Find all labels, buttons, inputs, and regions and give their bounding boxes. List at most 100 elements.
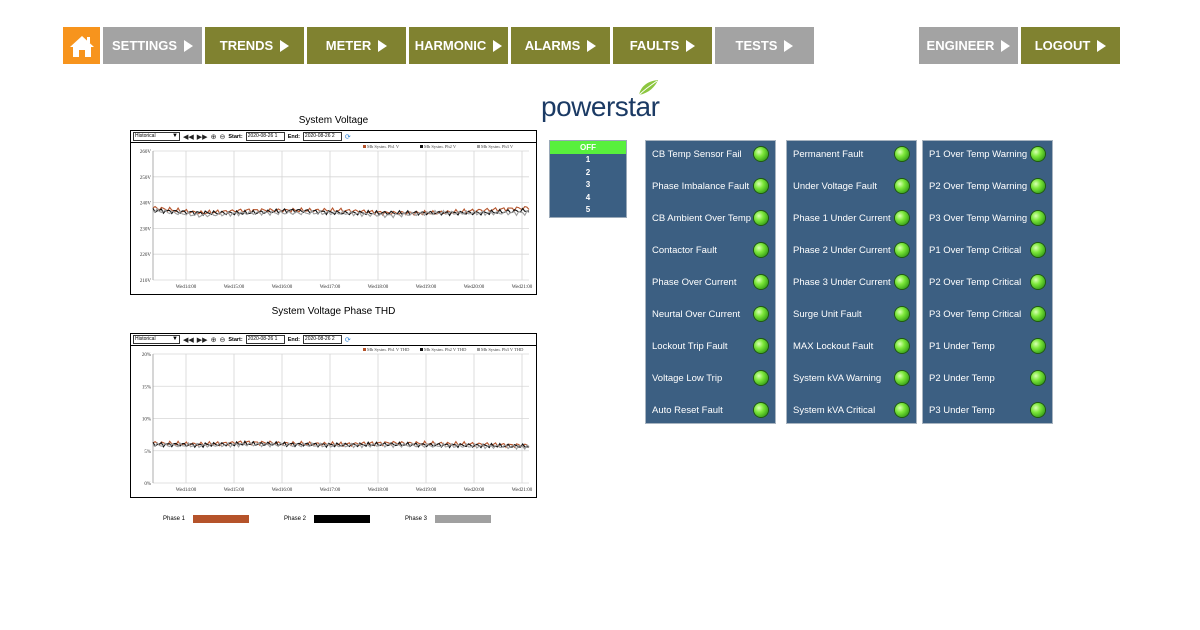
legend-phase-3-swatch: [435, 515, 492, 523]
zoom-in-icon[interactable]: ⊕: [211, 336, 217, 344]
fault-label: Phase 1 Under Current: [793, 212, 891, 224]
listbox-option-off[interactable]: OFF: [550, 141, 626, 154]
legend-label: Mb Systm. Ph1 V THD: [367, 347, 410, 352]
refresh-icon[interactable]: ⟳: [345, 336, 351, 344]
unit-listbox[interactable]: OFF 1 2 3 4 5: [549, 140, 627, 218]
fault-row: Phase 2 Under Current: [787, 240, 916, 260]
fault-label: Surge Unit Fault: [793, 308, 862, 320]
thd-end-input[interactable]: 2020-08-26 2: [302, 335, 342, 344]
listbox-option[interactable]: 4: [550, 192, 626, 205]
fault-row: System kVA Warning: [787, 368, 916, 388]
fault-label: P2 Under Temp: [929, 372, 995, 384]
x-tick-label: Wed21:00: [512, 285, 533, 290]
powerstar-logo: powerstar: [541, 79, 661, 123]
x-tick-label: Wed17:00: [320, 285, 341, 290]
status-led-icon: [895, 211, 909, 225]
fault-label: MAX Lockout Fault: [793, 340, 874, 352]
legend-phase-1-swatch: [193, 515, 250, 523]
zoom-out-icon[interactable]: ⊖: [219, 133, 225, 141]
listbox-option[interactable]: 2: [550, 167, 626, 180]
rewind-icon[interactable]: ◀◀: [183, 133, 194, 141]
fault-row: Neurtal Over Current: [646, 304, 775, 324]
home-button[interactable]: [63, 27, 100, 64]
y-tick-label: 240V: [140, 202, 152, 207]
status-led-icon: [895, 147, 909, 161]
y-tick-label: 220V: [140, 253, 152, 258]
thd-chart: Historical ▼ ◀◀ ▶▶ ⊕ ⊖ Start: 2020-08-26 …: [130, 333, 537, 498]
chevron-right-icon: [587, 39, 597, 52]
legend-marker: [477, 348, 480, 351]
voltage-plot: 210V 220V 230V 240V 250V 260V Wed14:00 Wed15:00…: [140, 144, 533, 290]
fast-forward-icon[interactable]: ▶▶: [197, 336, 208, 344]
voltage-start-label: Start:: [228, 133, 243, 140]
x-tick-label: Wed21:00: [512, 488, 533, 493]
fault-panel-1: CB Temp Sensor Fail Phase Imbalance Fault…: [645, 140, 776, 424]
y-tick-label: 250V: [140, 176, 152, 181]
refresh-icon[interactable]: ⟳: [345, 133, 351, 141]
fault-row: P2 Over Temp Critical: [923, 272, 1052, 292]
voltage-select-value: Historical: [135, 133, 156, 139]
x-tick-label: Wed15:00: [224, 285, 245, 290]
status-led-icon: [754, 179, 768, 193]
status-led-icon: [895, 179, 909, 193]
thd-chart-toolbar: Historical ▼ ◀◀ ▶▶ ⊕ ⊖ Start: 2020-08-26 …: [131, 334, 536, 346]
nav-harmonic-button[interactable]: HARMONIC: [409, 27, 508, 64]
fault-row: Voltage Low Trip: [646, 368, 775, 388]
fault-row: P3 Over Temp Warning: [923, 208, 1052, 228]
rewind-icon[interactable]: ◀◀: [183, 336, 194, 344]
y-tick-label: 260V: [140, 150, 152, 155]
fault-label: P3 Over Temp Critical: [929, 308, 1022, 320]
fault-label: P2 Over Temp Critical: [929, 276, 1022, 288]
legend-marker: [420, 145, 423, 148]
nav-settings-button[interactable]: SETTINGS: [103, 27, 202, 64]
fault-label: Contactor Fault: [652, 244, 717, 256]
legend-label: Mb Systm. Ph2 V THD: [424, 347, 467, 352]
status-led-icon: [895, 275, 909, 289]
status-led-icon: [895, 243, 909, 257]
zoom-in-icon[interactable]: ⊕: [211, 133, 217, 141]
nav-settings-label: SETTINGS: [111, 38, 177, 53]
status-led-icon: [1031, 147, 1045, 161]
thd-range-select[interactable]: Historical ▼: [133, 335, 180, 344]
thd-start-input[interactable]: 2020-08-26 1: [245, 335, 285, 344]
chevron-right-icon: [686, 39, 696, 52]
voltage-chart: Historical ▼ ◀◀ ▶▶ ⊕ ⊖ Start: 2020-08-26 …: [130, 130, 537, 295]
nav-trends-button[interactable]: TRENDS: [205, 27, 304, 64]
nav-logout-button[interactable]: LOGOUT: [1021, 27, 1120, 64]
listbox-option[interactable]: 3: [550, 179, 626, 192]
fault-label: P1 Under Temp: [929, 340, 995, 352]
nav-engineer-button[interactable]: ENGINEER: [919, 27, 1018, 64]
nav-alarms-button[interactable]: ALARMS: [511, 27, 610, 64]
status-led-icon: [895, 403, 909, 417]
fault-row: Under Voltage Fault: [787, 176, 916, 196]
voltage-range-select[interactable]: Historical ▼: [133, 132, 180, 141]
legend-label: Mb Systm. Ph1 V: [367, 144, 400, 149]
status-led-icon: [1031, 179, 1045, 193]
nav-faults-button[interactable]: FAULTS: [613, 27, 712, 64]
nav-tests-button[interactable]: TESTS: [715, 27, 814, 64]
zoom-out-icon[interactable]: ⊖: [219, 336, 225, 344]
legend-phase-3-label: Phase 3: [405, 516, 428, 522]
voltage-start-input[interactable]: 2020-08-26 1: [245, 132, 285, 141]
fault-row: P2 Over Temp Warning: [923, 176, 1052, 196]
chevron-right-icon: [493, 39, 503, 52]
listbox-option[interactable]: 5: [550, 204, 626, 217]
fault-row: CB Ambient Over Temp: [646, 208, 775, 228]
legend-label: Mb Systm. Ph2 V: [424, 144, 457, 149]
status-led-icon: [895, 371, 909, 385]
voltage-end-input[interactable]: 2020-08-26 2: [302, 132, 342, 141]
leaf-icon: [638, 80, 658, 96]
fault-panel-2: Permanent Fault Under Voltage Fault Phase …: [786, 140, 917, 424]
listbox-option[interactable]: 1: [550, 154, 626, 167]
status-led-icon: [754, 339, 768, 353]
fault-label: P1 Over Temp Warning: [929, 148, 1028, 160]
status-led-icon: [754, 403, 768, 417]
nav-meter-button[interactable]: METER: [307, 27, 406, 64]
fault-row: P3 Under Temp: [923, 400, 1052, 420]
fault-label: Phase 2 Under Current: [793, 244, 891, 256]
fast-forward-icon[interactable]: ▶▶: [197, 133, 208, 141]
legend-phase-2: Phase 2: [284, 515, 371, 523]
fault-row: MAX Lockout Fault: [787, 336, 916, 356]
fault-panel-3: P1 Over Temp Warning P2 Over Temp Warning…: [922, 140, 1053, 424]
status-led-icon: [1031, 339, 1045, 353]
